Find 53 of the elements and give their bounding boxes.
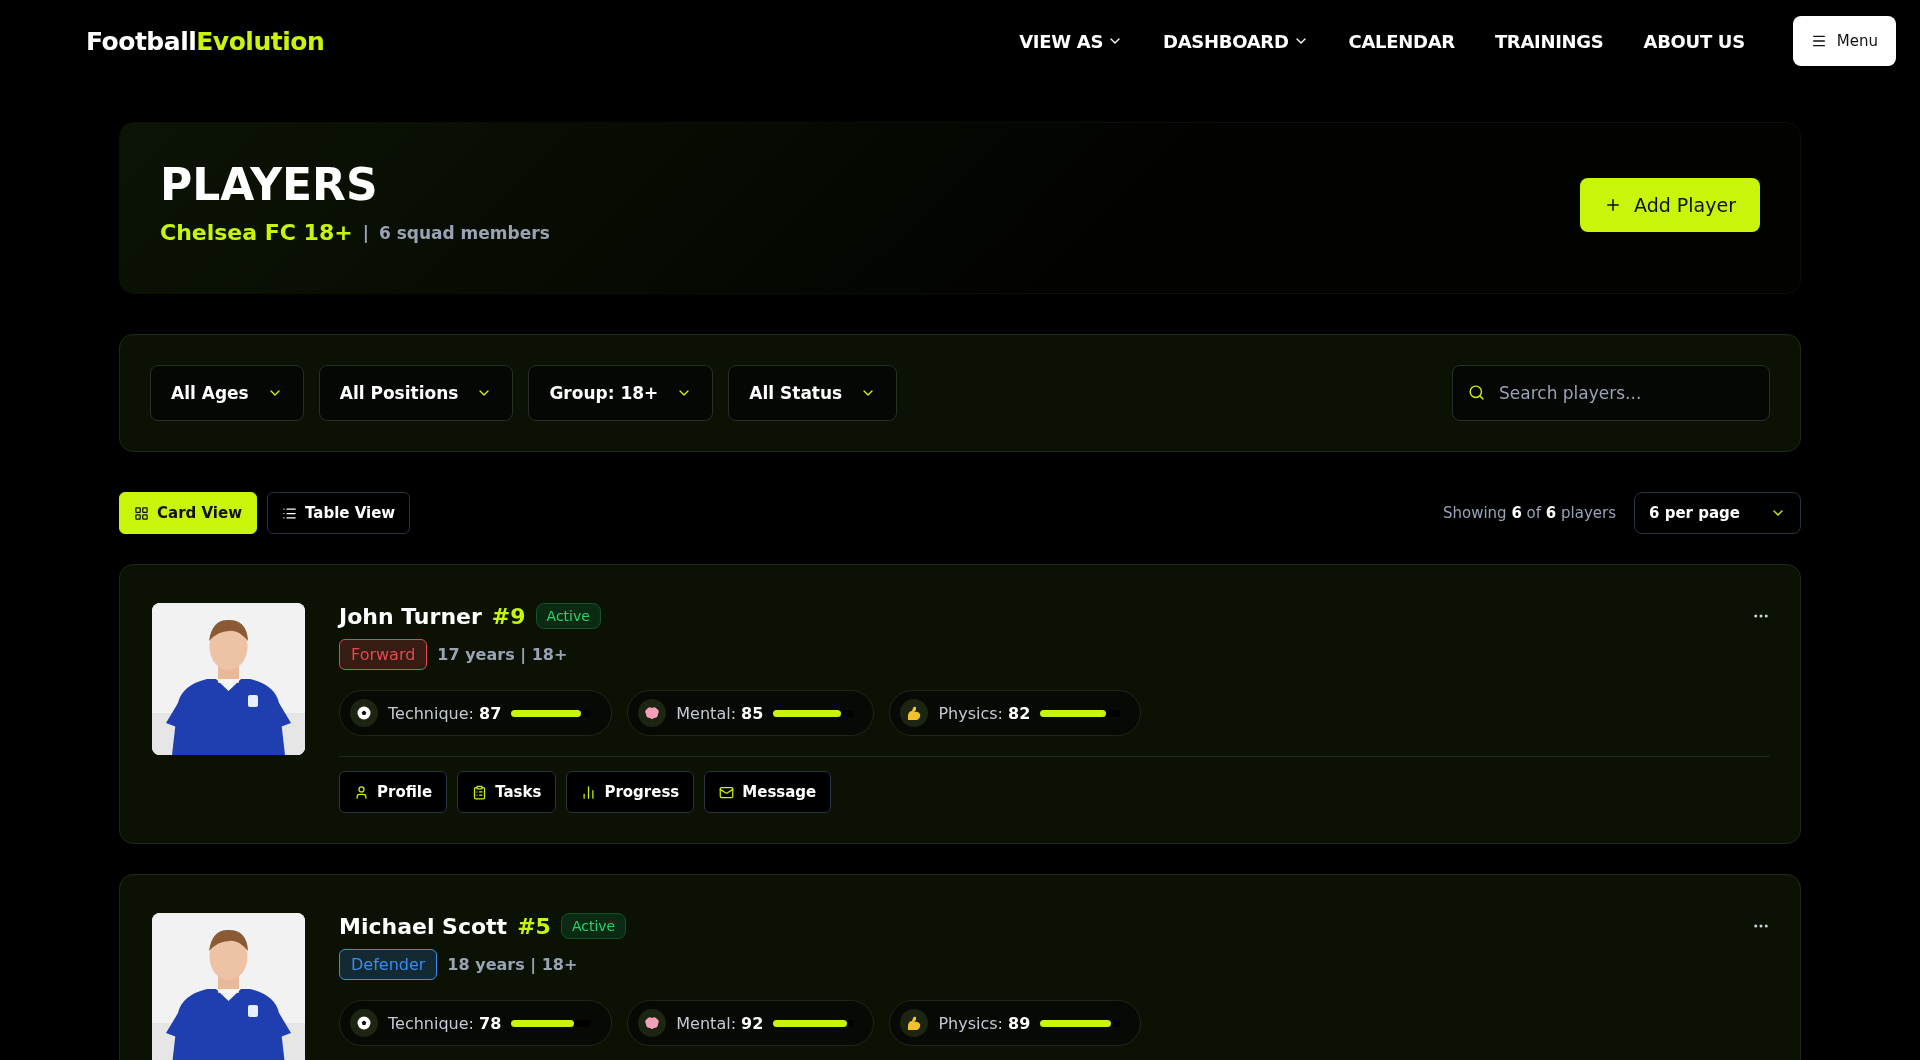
view-toggle[interactable]: Card View [119, 492, 257, 534]
stat-label: Mental: 85 [676, 703, 764, 723]
ball-icon [357, 706, 371, 720]
stat-label: Mental: 92 [676, 1013, 764, 1033]
nav-link[interactable]: CALENDAR [1348, 30, 1455, 52]
results-count: Showing 6 of 6 players [1442, 504, 1617, 522]
team-name: Chelsea FC 18+ [160, 220, 353, 245]
stat-label: Physics: 82 [938, 703, 1031, 723]
mail-icon [719, 784, 735, 800]
filter-dropdown[interactable]: All Positions [318, 365, 514, 421]
action-button[interactable]: Message [704, 771, 832, 813]
player-name: John Turner [339, 603, 482, 629]
menu-icon [1810, 33, 1827, 49]
stat-label: Physics: 89 [938, 1013, 1031, 1033]
grid-icon [134, 505, 149, 521]
filter-dropdown[interactable]: Group: 18+ [528, 365, 714, 421]
player-meta: 18 years | 18+ [447, 955, 578, 974]
view-toggle[interactable]: Table View [267, 492, 411, 534]
nav-link[interactable]: DASHBOARD [1163, 30, 1309, 52]
status-badge: Active [560, 913, 627, 939]
position-badge: Forward [339, 639, 428, 670]
add-player-button[interactable]: Add Player [1580, 178, 1760, 232]
clipboard-icon [472, 784, 488, 800]
filter-dropdown[interactable]: All Status [728, 365, 898, 421]
brain-icon [644, 706, 661, 720]
action-button[interactable]: Progress [566, 771, 695, 813]
list-icon [282, 505, 297, 521]
position-badge: Defender [339, 949, 438, 980]
stat-label: Technique: 78 [388, 1013, 502, 1033]
brain-icon [644, 1016, 661, 1030]
shirt-number: #9 [491, 603, 526, 629]
nav-link[interactable]: ABOUT US [1643, 30, 1745, 52]
action-button[interactable]: Tasks [457, 771, 557, 813]
bar-chart-icon [581, 784, 597, 800]
shirt-number: #5 [517, 913, 551, 939]
player-meta: 17 years | 18+ [437, 645, 568, 664]
stat-label: Technique: 87 [388, 703, 502, 723]
filter-dropdown[interactable]: All Ages [150, 365, 304, 421]
ball-icon [357, 1016, 371, 1030]
player-name: Michael Scott [339, 913, 508, 939]
search-icon [1468, 384, 1485, 401]
logo[interactable]: FootballEvolution [86, 26, 325, 56]
search-field[interactable]: Search players... [1452, 365, 1770, 421]
nav-link[interactable]: TRAININGS [1494, 30, 1604, 52]
menu-button[interactable]: Menu [1792, 16, 1896, 66]
status-badge: Active [535, 603, 601, 629]
page-title: PLAYERS [160, 159, 379, 210]
separator: | [362, 222, 369, 243]
user-icon [354, 784, 369, 800]
per-page-select[interactable]: 6 per page [1634, 492, 1801, 534]
squad-count: 6 squad members [378, 222, 550, 243]
action-button[interactable]: Profile [339, 771, 448, 813]
nav-link[interactable]: VIEW AS [1019, 30, 1124, 52]
